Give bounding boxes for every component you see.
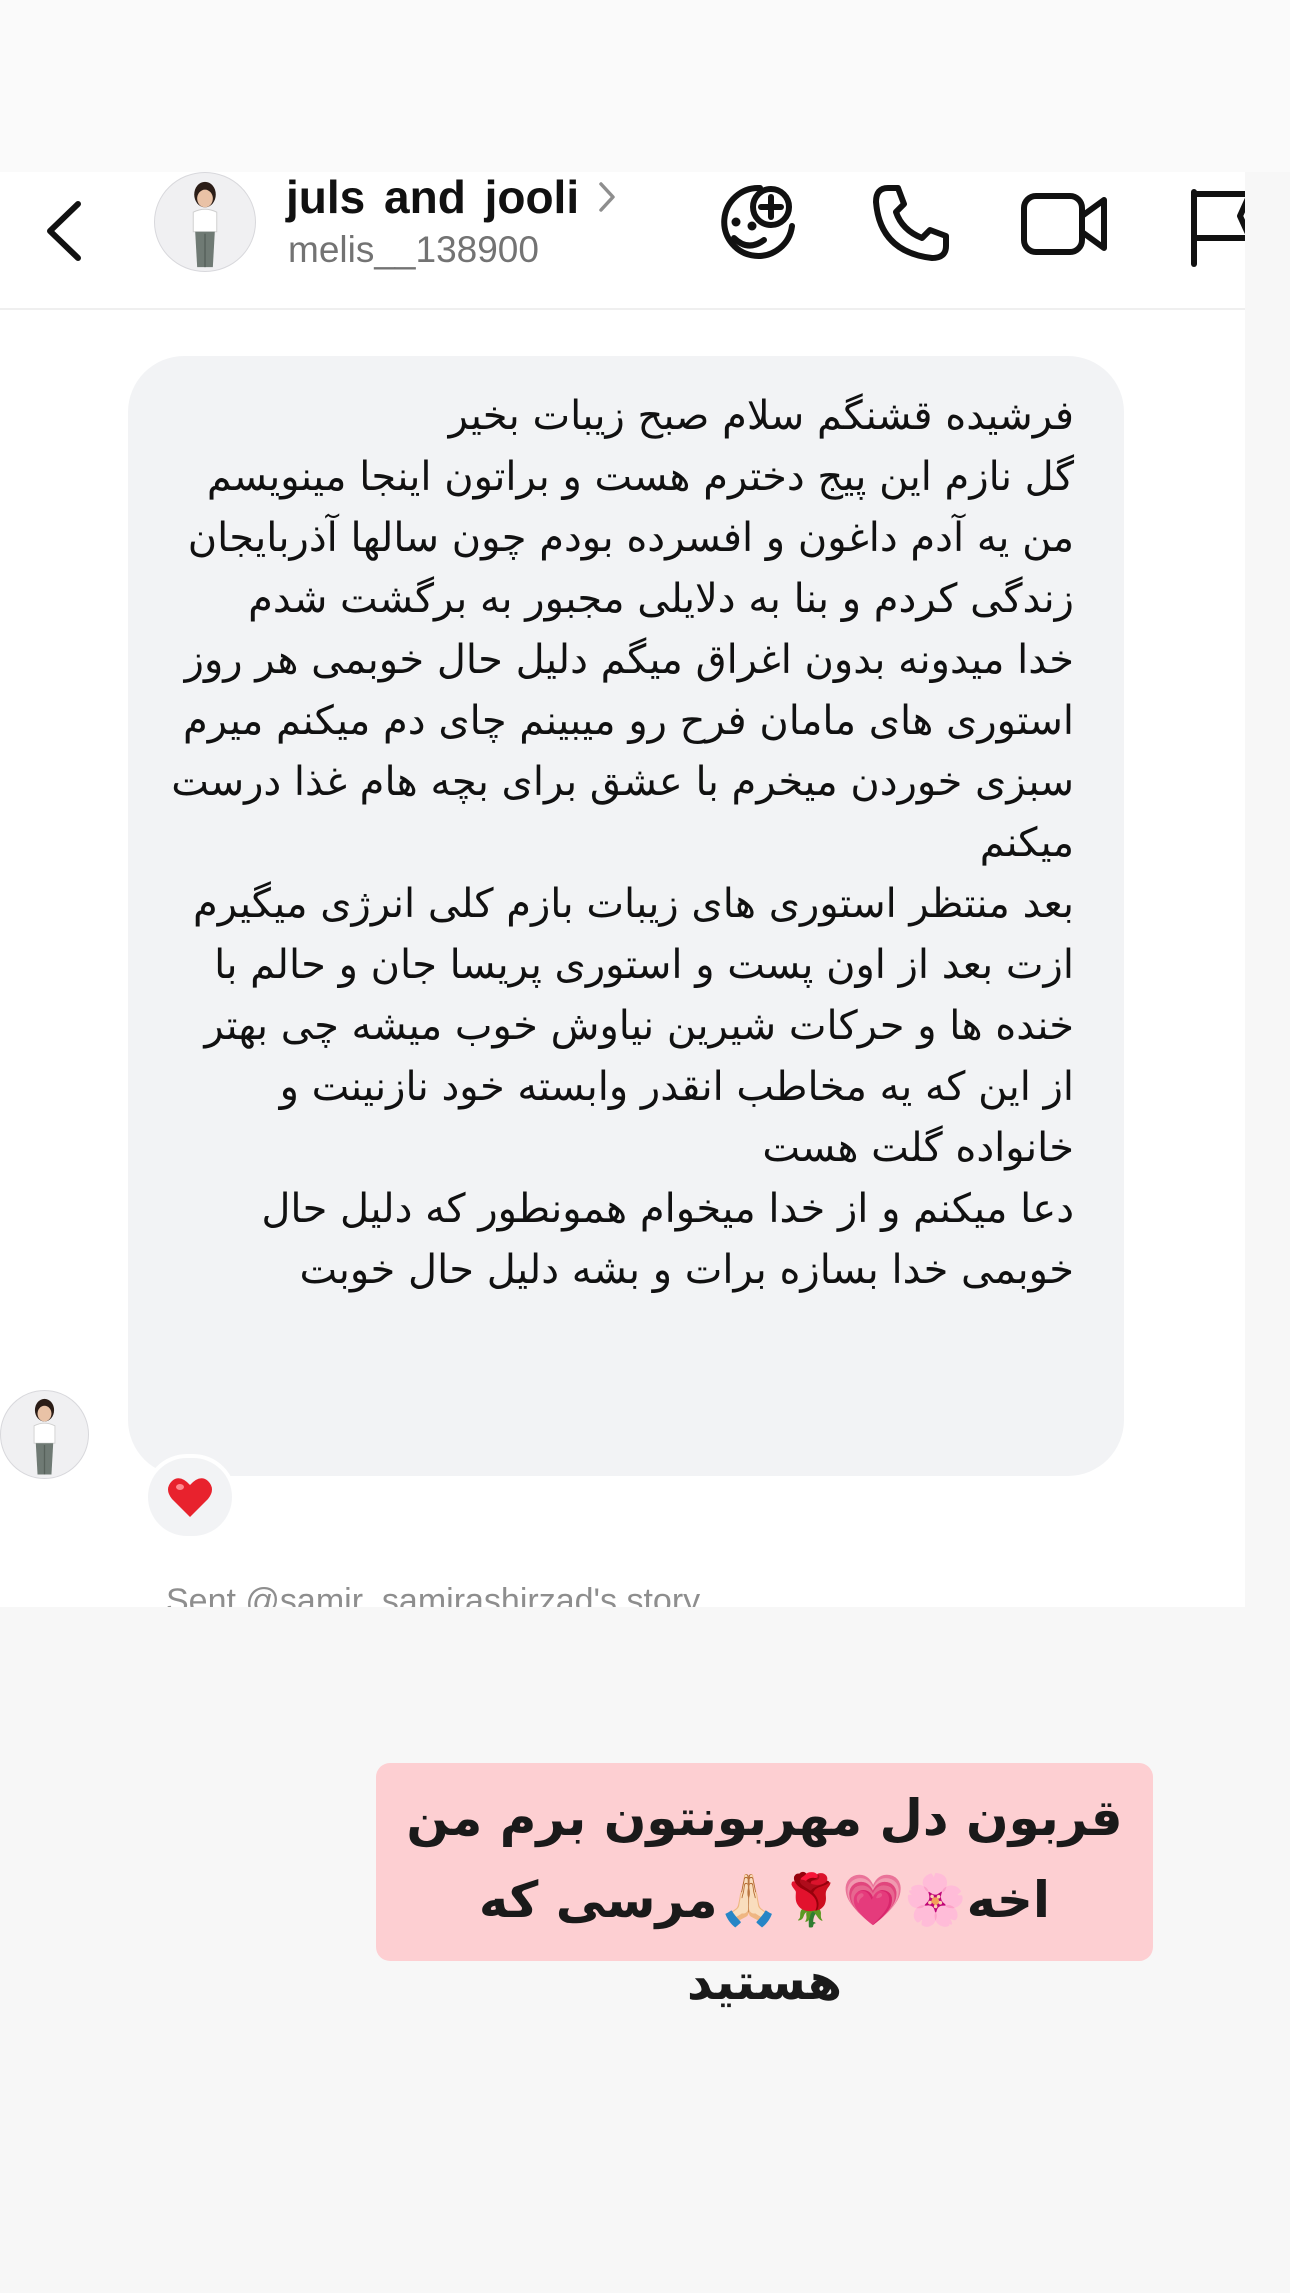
message-paragraph: دعا میکنم و از خدا میخوام همونطور که دلی…	[261, 1186, 1074, 1293]
avatar-figure-icon	[192, 181, 218, 268]
reply-line-2: اخه🌸💗🌹🙏🏻مرسی که هستید	[478, 1871, 1051, 2011]
message-paragraph: گل نازم این پیج دخترم هست و براتون اینجا…	[187, 454, 1074, 622]
chat-username: melis__138900	[288, 229, 539, 270]
flag-icon	[1191, 189, 1245, 267]
header-title-row[interactable]: juls and jooli	[286, 172, 617, 222]
chat-header: juls and jooli melis__138900	[0, 172, 1245, 310]
message-paragraph: بعد منتظر استوری های زیبات بازم کلی انرژ…	[193, 881, 1074, 1171]
video-call-button[interactable]	[1020, 186, 1110, 262]
shared-story-caption: Sent @samir_samirashirzad's story	[166, 1582, 701, 1607]
back-button[interactable]	[34, 186, 94, 276]
chevron-left-icon	[47, 201, 81, 261]
message-bubble[interactable]: فرشیده قشنگم سلام صبح زیبات بخیر گل نازم…	[128, 356, 1124, 1476]
chevron-right-icon	[599, 182, 615, 212]
phone-icon	[873, 185, 949, 261]
message-paragraph: خدا میدونه بدون اغراق میگم دلیل حال خوبم…	[171, 637, 1074, 866]
video-camera-icon	[1021, 193, 1107, 255]
instagram-dm-screenshot: juls and jooli melis__138900 فرشیده قشنگ…	[0, 172, 1245, 1607]
red-heart-icon	[168, 1478, 212, 1517]
avatar-figure-icon	[33, 1398, 56, 1475]
reply-line-1: قربون دل مهربونتون برم من	[406, 1789, 1123, 1847]
message-paragraph: فرشیده قشنگم سلام صبح زیبات بخیر	[448, 393, 1074, 439]
avatar[interactable]	[154, 172, 256, 272]
sender-avatar[interactable]	[0, 1390, 89, 1479]
chat-title[interactable]: juls and jooli	[286, 172, 579, 222]
message-reaction[interactable]	[144, 1454, 236, 1540]
effects-button[interactable]	[712, 180, 798, 266]
reply-caption-box: قربون دل مهربونتون برم من اخه🌸💗🌹🙏🏻مرسی ک…	[376, 1763, 1153, 2011]
call-button[interactable]	[870, 182, 952, 264]
top-margin	[0, 0, 1290, 172]
report-button[interactable]	[1186, 184, 1245, 268]
